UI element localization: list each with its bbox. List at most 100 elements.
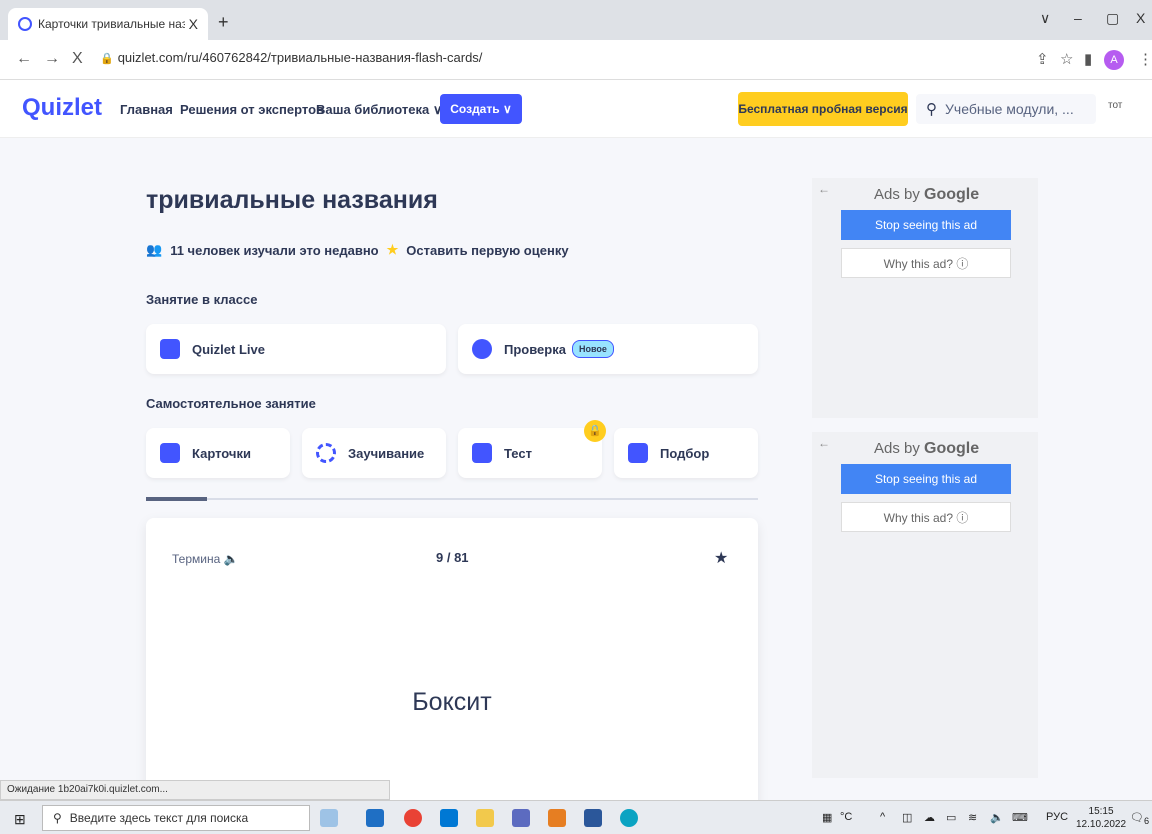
user-avatar[interactable]: тот bbox=[1108, 100, 1122, 111]
chrome-icon[interactable] bbox=[404, 809, 422, 827]
lock-icon: 🔒 bbox=[100, 53, 114, 65]
set-meta: 👥 11 человек изучали это недавно ★ Остав… bbox=[146, 242, 569, 258]
url-field[interactable]: 🔒 quizlet.com/ru/460762842/тривиальные-на… bbox=[100, 50, 482, 65]
learn-icon bbox=[316, 443, 336, 463]
rate-link[interactable]: Оставить первую оценку bbox=[406, 243, 568, 258]
search-icon: ⚲ bbox=[53, 811, 62, 825]
favorite-star-icon[interactable]: ★ bbox=[714, 548, 728, 568]
mode-checkpoint[interactable]: Проверка Новое bbox=[458, 324, 758, 374]
lock-icon: 🔒 bbox=[584, 420, 606, 442]
edge-icon[interactable] bbox=[620, 809, 638, 827]
ad-label: Ads by Google bbox=[874, 186, 980, 203]
mode-flashcards[interactable]: Карточки bbox=[146, 428, 290, 478]
weather-icon[interactable]: ▦ bbox=[822, 811, 832, 824]
tab-close-button[interactable]: X bbox=[189, 16, 198, 32]
mode-label: Quizlet Live bbox=[192, 341, 265, 357]
onedrive-icon[interactable]: ☁ bbox=[924, 811, 935, 824]
new-badge: Новое bbox=[571, 340, 614, 358]
match-icon bbox=[628, 443, 648, 463]
clock[interactable]: 15:15 12.10.2022 bbox=[1076, 805, 1126, 831]
ad-panel-1: ← Ads by Google Stop seeing this ad Why … bbox=[812, 178, 1038, 418]
nav-library[interactable]: Ваша библиотека ∨ bbox=[316, 102, 442, 118]
tray-expand-icon[interactable]: ^ bbox=[880, 811, 885, 823]
browser-status: Ожидание 1b20ai7k0i.quizlet.com... bbox=[0, 780, 390, 800]
nav-expert-solutions[interactable]: Решения от экспертов bbox=[180, 102, 324, 117]
bookmark-star-icon[interactable]: ☆ bbox=[1060, 50, 1073, 68]
mode-match[interactable]: Подбор bbox=[614, 428, 758, 478]
wifi-icon[interactable]: ≋ bbox=[968, 811, 977, 824]
flashcard[interactable]: Термина 🔈 9 / 81 ★ Боксит bbox=[146, 518, 758, 818]
maximize-button[interactable]: ▢ bbox=[1106, 10, 1119, 27]
ad-label: Ads by Google bbox=[874, 440, 980, 457]
time: 15:15 bbox=[1088, 806, 1114, 817]
share-icon[interactable]: ⇪ bbox=[1036, 50, 1049, 68]
mail-icon[interactable] bbox=[440, 809, 458, 827]
file-explorer-icon[interactable] bbox=[476, 809, 494, 827]
create-button[interactable]: Создать ∨ bbox=[440, 94, 522, 124]
stop-button[interactable]: X bbox=[72, 50, 83, 68]
search-placeholder: Учебные модули, ... bbox=[945, 101, 1074, 117]
free-trial-button[interactable]: Бесплатная пробная версия bbox=[738, 92, 908, 126]
tray-app-icon[interactable]: ◫ bbox=[902, 811, 912, 824]
quizlet-logo[interactable]: Quizlet bbox=[22, 94, 102, 122]
mode-label: Подбор bbox=[660, 445, 710, 461]
minimize-button[interactable]: – bbox=[1074, 10, 1082, 26]
close-window-button[interactable]: X bbox=[1136, 10, 1145, 26]
tab-search-icon[interactable]: ∨ bbox=[1040, 10, 1050, 27]
language-indicator[interactable]: РУС bbox=[1046, 811, 1068, 823]
ad-back-icon[interactable]: ← bbox=[818, 436, 830, 450]
windows-start-icon[interactable]: ⊞ bbox=[14, 811, 26, 828]
forward-button[interactable]: → bbox=[44, 50, 60, 68]
battery-icon[interactable]: ▭ bbox=[946, 811, 956, 824]
side-panel-icon[interactable]: ▮ bbox=[1084, 50, 1092, 68]
mode-learn[interactable]: Заучивание bbox=[302, 428, 446, 478]
star-icon: ★ bbox=[386, 242, 399, 257]
mode-quizlet-live[interactable]: Quizlet Live bbox=[146, 324, 446, 374]
temperature: °C bbox=[840, 811, 853, 823]
test-icon bbox=[472, 443, 492, 463]
tab-title: Карточки тривиальные назван bbox=[38, 17, 185, 31]
mode-label: Заучивание bbox=[348, 445, 425, 461]
mode-label: Карточки bbox=[192, 445, 251, 461]
keyboard-icon[interactable]: ⌨ bbox=[1012, 811, 1028, 824]
stop-seeing-ad-button[interactable]: Stop seeing this ad bbox=[841, 464, 1011, 494]
audio-icon[interactable]: 🔈 bbox=[224, 552, 239, 566]
new-tab-button[interactable]: + bbox=[218, 12, 229, 33]
mode-label: Проверка bbox=[504, 341, 566, 357]
ad-back-icon[interactable]: ← bbox=[818, 182, 830, 196]
url-text: quizlet.com/ru/460762842/тривиальные-наз… bbox=[117, 50, 483, 65]
studied-count: 11 человек изучали это недавно bbox=[170, 242, 379, 258]
users-icon: 👥 bbox=[146, 242, 163, 257]
checkpoint-icon bbox=[472, 339, 492, 359]
back-button[interactable]: ← bbox=[16, 50, 32, 68]
taskbar-search-input[interactable]: ⚲ Введите здесь текст для поиска bbox=[42, 805, 310, 831]
task-view-icon[interactable] bbox=[366, 809, 384, 827]
search-input[interactable]: ⚲ Учебные модули, ... bbox=[916, 94, 1096, 124]
site-header: Quizlet Главная Решения от экспертов Ваш… bbox=[0, 80, 1152, 138]
mode-test[interactable]: Тест bbox=[458, 428, 602, 478]
ad-panel-2: ← Ads by Google Stop seeing this ad Why … bbox=[812, 432, 1038, 778]
windows-taskbar: ⊞ ⚲ Введите здесь текст для поиска ▦ °C … bbox=[0, 800, 1152, 834]
quizlet-favicon-icon bbox=[18, 17, 32, 31]
search-highlight-icon[interactable] bbox=[320, 809, 338, 827]
progress-fill bbox=[146, 497, 208, 501]
progress-track bbox=[146, 498, 758, 500]
why-this-ad-button[interactable]: Why this ad? ⓘ bbox=[841, 502, 1011, 532]
profile-avatar[interactable]: A bbox=[1104, 50, 1124, 70]
browser-menu-icon[interactable]: ⋮ bbox=[1138, 50, 1152, 68]
why-this-ad-button[interactable]: Why this ad? ⓘ bbox=[841, 248, 1011, 278]
class-section-label: Занятие в классе bbox=[146, 292, 258, 307]
mode-label: Тест bbox=[504, 445, 532, 461]
taskbar-search-placeholder: Введите здесь текст для поиска bbox=[69, 811, 249, 825]
app-icon[interactable] bbox=[548, 809, 566, 827]
search-icon: ⚲ bbox=[926, 101, 937, 118]
volume-icon[interactable]: 🔈 bbox=[990, 811, 1004, 824]
browser-tab-bar: Карточки тривиальные назван X + ∨ – ▢ X bbox=[0, 0, 1152, 40]
browser-tab[interactable]: Карточки тривиальные назван X bbox=[8, 8, 208, 40]
card-side-label: Термина 🔈 bbox=[172, 552, 239, 566]
save-icon[interactable] bbox=[512, 809, 530, 827]
notifications-icon[interactable]: 🗨6 bbox=[1130, 811, 1149, 826]
nav-home[interactable]: Главная bbox=[120, 102, 173, 117]
stop-seeing-ad-button[interactable]: Stop seeing this ad bbox=[841, 210, 1011, 240]
word-icon[interactable] bbox=[584, 809, 602, 827]
